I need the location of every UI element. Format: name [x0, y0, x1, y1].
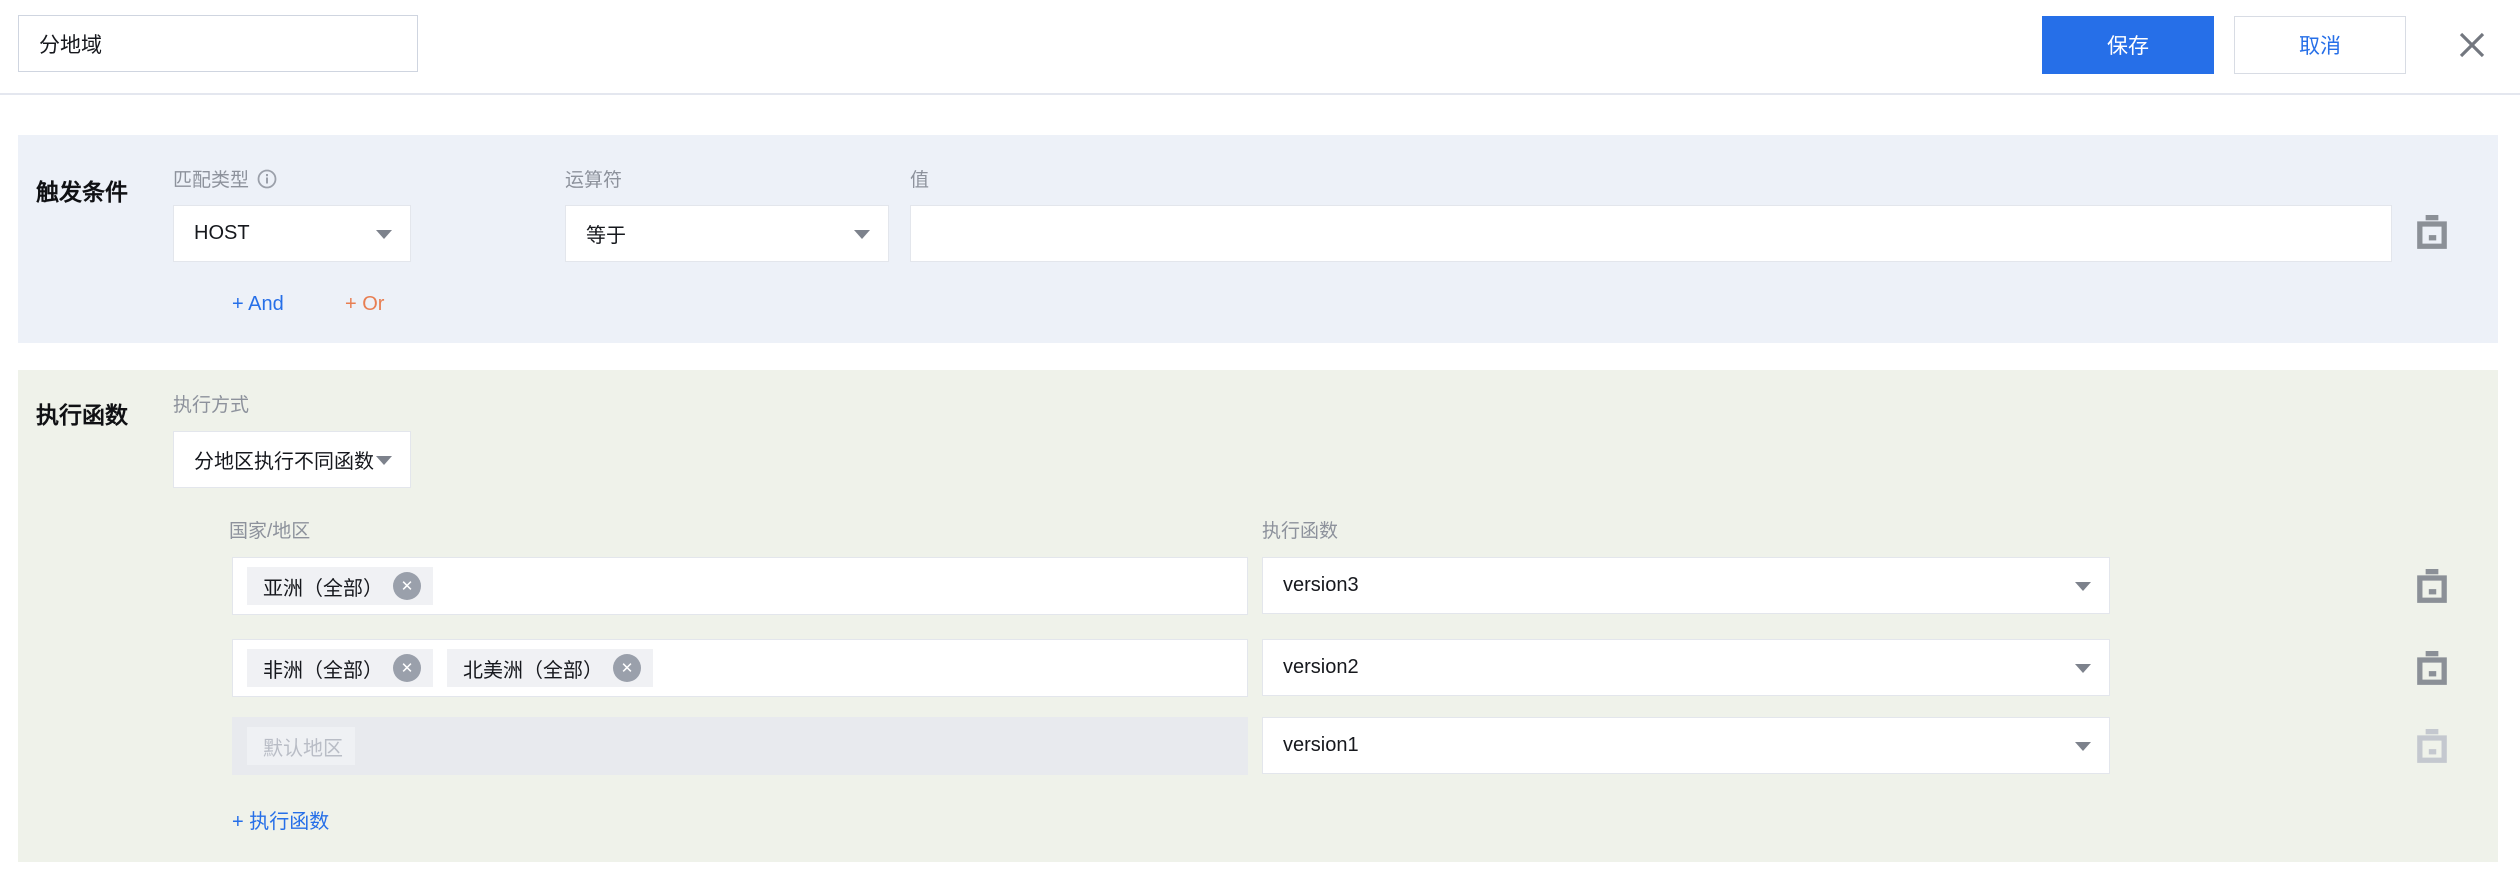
function-version-value: version1: [1283, 734, 1359, 757]
operator-select[interactable]: 等于: [565, 205, 889, 262]
delete-row-button[interactable]: [2415, 569, 2449, 605]
chevron-down-icon: [2075, 664, 2091, 673]
delete-icon: [2415, 215, 2449, 251]
region-multiselect: 默认地区: [232, 717, 1248, 775]
operator-label: 运算符: [565, 165, 622, 192]
function-version-value: version3: [1283, 574, 1359, 597]
region-tag-label: 非洲（全部）: [263, 654, 383, 683]
region-tag-label: 亚洲（全部）: [263, 572, 383, 601]
value-label: 值: [910, 165, 929, 192]
remove-tag-icon[interactable]: ✕: [393, 654, 421, 682]
exec-section-title: 执行函数: [36, 396, 128, 430]
function-version-select[interactable]: version3: [1262, 557, 2110, 614]
delete-row-button[interactable]: [2415, 651, 2449, 687]
region-multiselect[interactable]: 非洲（全部） ✕ 北美洲（全部） ✕: [232, 639, 1248, 697]
save-button[interactable]: 保存: [2042, 16, 2214, 74]
function-column-label: 执行函数: [1262, 516, 1338, 543]
remove-tag-icon[interactable]: ✕: [613, 654, 641, 682]
delete-icon: [2415, 569, 2449, 605]
function-version-select[interactable]: version2: [1262, 639, 2110, 696]
delete-icon: [2415, 651, 2449, 687]
add-or-button[interactable]: + Or: [345, 293, 384, 316]
region-tag-label: 北美洲（全部）: [463, 654, 603, 683]
region-multiselect[interactable]: 亚洲（全部） ✕: [232, 557, 1248, 615]
delete-condition-button[interactable]: [2415, 215, 2449, 251]
header-divider: [0, 93, 2520, 95]
close-button[interactable]: [2450, 24, 2494, 68]
remove-tag-icon[interactable]: ✕: [393, 572, 421, 600]
trigger-section-title: 触发条件: [36, 173, 128, 207]
chevron-down-icon: [2075, 742, 2091, 751]
exec-mode-select[interactable]: 分地区执行不同函数: [173, 431, 411, 488]
info-icon[interactable]: [257, 169, 277, 189]
chevron-down-icon: [376, 456, 392, 465]
match-type-select[interactable]: HOST: [173, 205, 411, 262]
cancel-button[interactable]: 取消: [2234, 16, 2406, 74]
close-icon: [2455, 28, 2489, 65]
execute-function-section: 执行函数 执行方式 分地区执行不同函数 国家/地区 执行函数 亚洲（全部） ✕ ve…: [18, 370, 2498, 862]
exec-mode-label: 执行方式: [173, 390, 249, 417]
add-function-button[interactable]: + 执行函数: [232, 805, 329, 834]
region-tag: 亚洲（全部） ✕: [247, 567, 433, 605]
chevron-down-icon: [376, 230, 392, 239]
default-region-placeholder: 默认地区: [247, 727, 355, 765]
trigger-condition-section: 触发条件 匹配类型 HOST 运算符 等于 值: [18, 135, 2498, 343]
function-version-value: version2: [1283, 656, 1359, 679]
delete-row-button: [2415, 729, 2449, 765]
delete-icon: [2415, 729, 2449, 765]
value-input[interactable]: [910, 205, 2392, 262]
rule-name-input[interactable]: [18, 15, 418, 72]
add-and-button[interactable]: + And: [232, 293, 284, 316]
match-type-label: 匹配类型: [173, 165, 277, 192]
region-column-label: 国家/地区: [229, 516, 310, 543]
chevron-down-icon: [2075, 582, 2091, 591]
chevron-down-icon: [854, 230, 870, 239]
region-tag: 非洲（全部） ✕: [247, 649, 433, 687]
region-tag: 北美洲（全部） ✕: [447, 649, 653, 687]
function-version-select[interactable]: version1: [1262, 717, 2110, 774]
